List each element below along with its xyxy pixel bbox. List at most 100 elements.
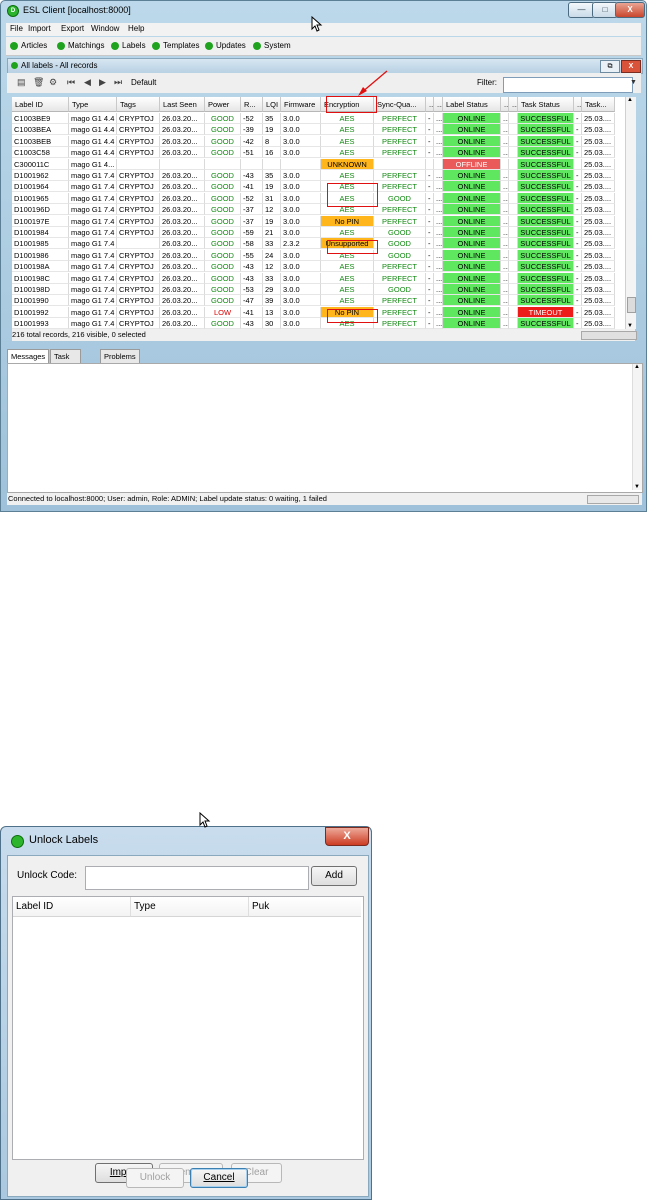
column-header-col-d[interactable]: ... bbox=[509, 97, 518, 112]
console-scrollbar[interactable]: ▲ ▼ bbox=[632, 364, 642, 490]
nav-updates[interactable]: Updates bbox=[205, 40, 246, 52]
column-header-label-id[interactable]: Label ID bbox=[13, 897, 131, 917]
add-button[interactable]: Add bbox=[311, 866, 357, 886]
cell-type: mago G1 7.4 bbox=[69, 181, 117, 193]
column-header-firmware[interactable]: Firmware bbox=[281, 97, 321, 112]
column-header-col-e[interactable]: ... bbox=[574, 97, 582, 112]
scroll-down-icon[interactable]: ▼ bbox=[634, 484, 640, 490]
default-view-label[interactable]: Default bbox=[131, 78, 156, 87]
column-header-tags[interactable]: Tags bbox=[117, 97, 160, 112]
cell-lqi: 30 bbox=[263, 318, 281, 329]
minimize-button[interactable]: — bbox=[568, 2, 595, 18]
cell-sync-quality: PERFECT bbox=[374, 318, 426, 329]
cell-firmware: 3.0.0 bbox=[281, 147, 321, 159]
prev-page-icon[interactable]: ◀ bbox=[84, 77, 91, 88]
column-header-task-date[interactable]: Task... bbox=[582, 97, 615, 112]
green-dot-icon bbox=[152, 42, 160, 50]
column-header-col-a[interactable]: ... bbox=[426, 97, 434, 112]
tab-problems[interactable]: Problems (4) bbox=[100, 349, 140, 374]
menu-window[interactable]: Window bbox=[91, 24, 119, 33]
cell-lqi: 19 bbox=[263, 215, 281, 227]
nav-labels[interactable]: Labels bbox=[111, 40, 146, 52]
column-header-puk[interactable]: Puk bbox=[249, 897, 361, 917]
cursor-icon bbox=[199, 812, 211, 828]
cell-rssi: -55 bbox=[241, 249, 263, 261]
nav-system[interactable]: System bbox=[253, 40, 291, 52]
cell-col-e: - bbox=[574, 261, 582, 273]
cell-power: GOOD bbox=[205, 135, 241, 147]
messages-console[interactable]: ▲ ▼ bbox=[7, 363, 643, 493]
cell-label-id: C1003C58 bbox=[12, 147, 69, 159]
cell-firmware: 2.3.2 bbox=[281, 238, 321, 250]
cell-col-b: ... bbox=[434, 181, 443, 193]
dialog-close-button[interactable]: X bbox=[325, 827, 369, 846]
cell-power: GOOD bbox=[205, 249, 241, 261]
cell-label-id: D100198A bbox=[12, 261, 69, 273]
menu-file[interactable]: File bbox=[10, 24, 23, 33]
filter-input[interactable] bbox=[503, 77, 633, 93]
cell-last-seen: 26.03.20... bbox=[160, 295, 205, 307]
scroll-up-icon[interactable]: ▲ bbox=[627, 97, 633, 103]
horizontal-scrollbar[interactable] bbox=[581, 331, 637, 340]
column-header-type[interactable]: Type bbox=[131, 897, 249, 917]
unlock-button[interactable]: Unlock bbox=[126, 1168, 184, 1188]
cell-col-d bbox=[509, 158, 518, 170]
panel-close-button[interactable]: X bbox=[621, 60, 641, 73]
menu-import[interactable]: Import bbox=[28, 24, 51, 33]
column-header-label-status[interactable]: Label Status bbox=[443, 97, 501, 112]
cell-rssi: -53 bbox=[241, 284, 263, 295]
cell-encryption: AES bbox=[321, 124, 374, 136]
column-header-col-c[interactable]: ... bbox=[501, 97, 509, 112]
cell-rssi: -43 bbox=[241, 261, 263, 273]
panel-restore-button[interactable]: ⧉ bbox=[600, 60, 620, 73]
menu-export[interactable]: Export bbox=[61, 24, 84, 33]
cell-label-status: ONLINE bbox=[443, 113, 501, 124]
cell-col-d bbox=[509, 295, 518, 307]
column-header-sync-quality[interactable]: Sync-Qua... bbox=[374, 97, 426, 112]
cell-label-status: ONLINE bbox=[443, 227, 501, 238]
column-header-rssi[interactable]: R... bbox=[241, 97, 263, 112]
nav-articles[interactable]: Articles bbox=[10, 40, 47, 52]
close-button[interactable]: X bbox=[615, 2, 645, 18]
menu-help[interactable]: Help bbox=[128, 24, 144, 33]
unlock-labels-list[interactable]: Label ID Type Puk bbox=[12, 896, 364, 1160]
column-header-label-id[interactable]: Label ID bbox=[12, 97, 69, 112]
last-page-icon[interactable]: ⏭ bbox=[114, 77, 122, 88]
tab-task-queue[interactable]: Task Queue bbox=[50, 349, 81, 374]
nav-templates[interactable]: Templates bbox=[152, 40, 199, 52]
column-header-lqi[interactable]: LQI bbox=[263, 97, 281, 112]
column-header-power[interactable]: Power bbox=[205, 97, 241, 112]
window-title: ESL Client [localhost:8000] bbox=[23, 5, 131, 15]
cell-col-b: ... bbox=[434, 113, 443, 124]
unlock-code-input[interactable] bbox=[85, 866, 309, 890]
column-header-col-b[interactable]: ... bbox=[434, 97, 443, 112]
column-header-task-status[interactable]: Task Status bbox=[518, 97, 574, 112]
tab-messages[interactable]: Messages bbox=[7, 349, 50, 364]
copy-icon[interactable]: ▤ bbox=[17, 77, 26, 88]
cell-label-status: ONLINE bbox=[443, 204, 501, 216]
settings-icon[interactable]: ⚙ bbox=[49, 77, 57, 88]
chevron-down-icon[interactable]: ▼ bbox=[629, 77, 638, 89]
cell-last-seen: 26.03.20... bbox=[160, 249, 205, 261]
labels-table: Label ID Type Tags Last Seen Power R... LQI Fir… bbox=[12, 97, 625, 329]
cell-encryption: UNKNOWN bbox=[321, 158, 374, 170]
column-header-type[interactable]: Type bbox=[69, 97, 117, 112]
delete-icon[interactable]: 🗑 bbox=[33, 77, 44, 88]
cell-col-b: ... bbox=[434, 249, 443, 261]
table-scrollbar[interactable]: ▲ ▼ bbox=[625, 97, 636, 329]
cell-col-d bbox=[509, 227, 518, 238]
column-header-last-seen[interactable]: Last Seen bbox=[160, 97, 205, 112]
cancel-button[interactable]: Cancel bbox=[190, 1168, 248, 1188]
cell-label-status: ONLINE bbox=[443, 135, 501, 147]
cell-lqi: 19 bbox=[263, 181, 281, 193]
cell-sync-quality: PERFECT bbox=[374, 295, 426, 307]
scroll-up-icon[interactable]: ▲ bbox=[634, 364, 640, 370]
menu-bar: File Import Export Window Help bbox=[6, 23, 641, 36]
first-page-icon[interactable]: ⏮ bbox=[67, 77, 75, 88]
cell-col-b: ... bbox=[434, 295, 443, 307]
cell-col-a: - bbox=[426, 318, 434, 329]
cell-type: mago G1 7.4 bbox=[69, 272, 117, 284]
scroll-thumb[interactable] bbox=[627, 297, 636, 313]
nav-matchings[interactable]: Matchings bbox=[57, 40, 104, 52]
next-page-icon[interactable]: ▶ bbox=[99, 77, 106, 88]
